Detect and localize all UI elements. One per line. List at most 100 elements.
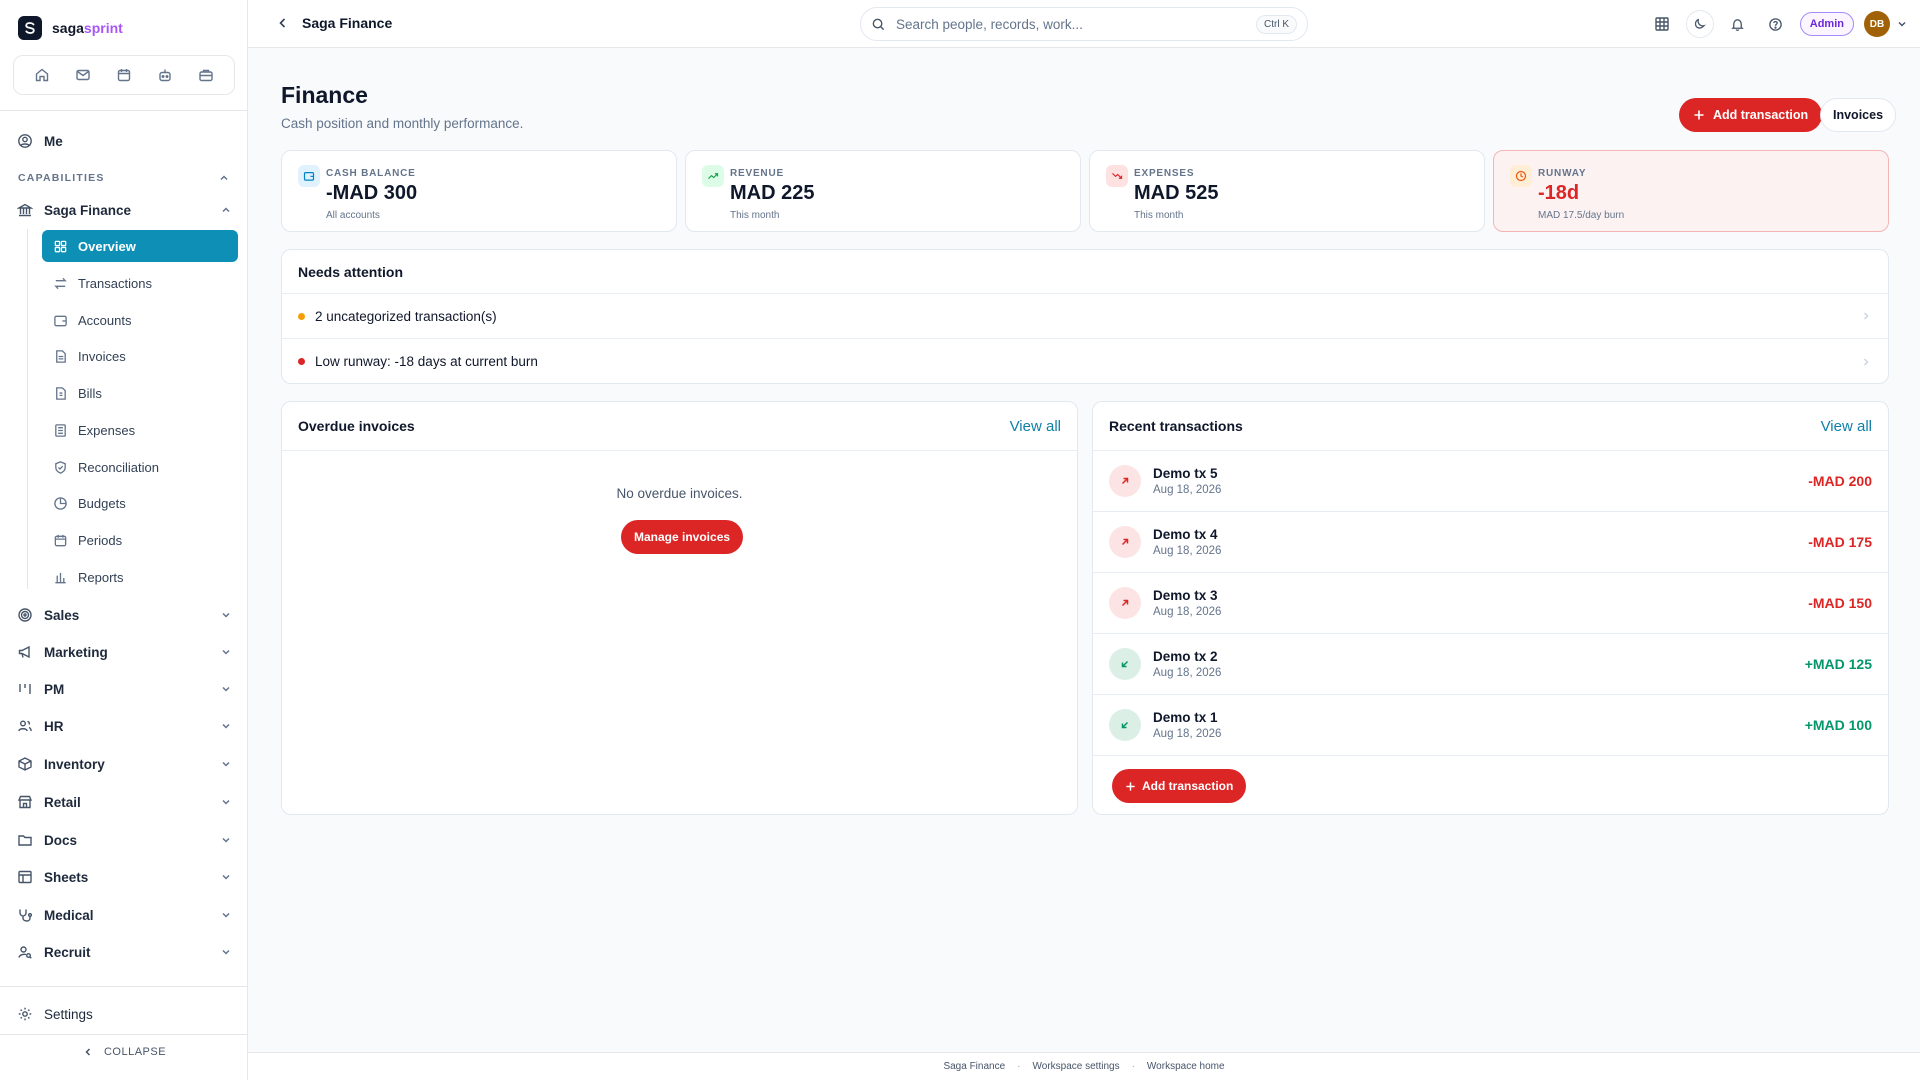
breadcrumb[interactable]: Saga Finance (302, 15, 392, 31)
sidebar-item-settings[interactable]: Settings (16, 999, 232, 1029)
footer-link-workspace-home[interactable]: Workspace home (1147, 1061, 1225, 1072)
sidebar-group-recruit[interactable]: Recruit (16, 937, 232, 967)
sidebar-item-transactions[interactable]: Transactions (42, 267, 238, 299)
add-transaction-button[interactable]: Add transaction (1112, 769, 1247, 803)
document-icon (52, 348, 68, 364)
card-title: Recent transactions (1109, 418, 1243, 434)
sidebar-divider (0, 986, 248, 987)
sidebar-group-medical[interactable]: Medical (16, 900, 232, 930)
transaction-date: Aug 18, 2026 (1153, 667, 1222, 679)
sidebar-item-budgets[interactable]: Budgets (42, 487, 238, 519)
apps-grid-icon[interactable] (1648, 10, 1676, 38)
sidebar-item-label: Sheets (44, 869, 89, 885)
card-title: Overdue invoices (298, 418, 415, 434)
calendar-icon[interactable] (110, 61, 138, 89)
chevron-down-icon (220, 720, 232, 732)
collapse-sidebar-button[interactable]: COLLAPSE (0, 1046, 248, 1058)
sidebar-item-bills[interactable]: Bills (42, 377, 238, 409)
page-subtitle: Cash position and monthly performance. (281, 116, 524, 131)
chevron-down-icon[interactable] (1896, 18, 1908, 30)
warning-dot-icon (298, 312, 305, 320)
topbar-actions: Admin DB (1648, 10, 1908, 38)
sidebar-item-label: Budgets (78, 495, 126, 511)
search-shortcut-hint: Ctrl K (1256, 14, 1297, 34)
sidebar-item-label: Marketing (44, 644, 108, 660)
sidebar-item-reports[interactable]: Reports (42, 561, 238, 593)
transaction-info: Demo tx 2 Aug 18, 2026 (1153, 649, 1221, 679)
transaction-row[interactable]: Demo tx 4 Aug 18, 2026 -MAD 175 (1093, 512, 1888, 573)
arrows-swap-icon (52, 275, 68, 291)
kpi-value: MAD 225 (730, 182, 815, 204)
sidebar-item-reconciliation[interactable]: Reconciliation (42, 451, 238, 483)
transaction-date: Aug 18, 2026 (1153, 728, 1222, 740)
briefcase-icon[interactable] (192, 61, 220, 89)
chevron-right-icon (1860, 310, 1872, 322)
sidebar-group-pm[interactable]: PM (16, 674, 232, 704)
sidebar-group-inventory[interactable]: Inventory (16, 749, 232, 779)
kpi-note: This month (730, 210, 780, 221)
mail-icon[interactable] (69, 61, 97, 89)
kpi-card-revenue[interactable]: REVENUE MAD 225 This month (685, 150, 1081, 232)
transaction-row[interactable]: Demo tx 5 Aug 18, 2026 -MAD 200 (1093, 451, 1888, 512)
dark-mode-icon[interactable] (1685, 10, 1714, 38)
add-transaction-button[interactable]: Add transaction (1679, 98, 1823, 132)
bell-icon[interactable] (1724, 10, 1752, 38)
sidebar-item-label: Reports (78, 569, 124, 585)
transaction-row[interactable]: Demo tx 1 Aug 18, 2026 +MAD 100 (1093, 695, 1888, 756)
role-badge[interactable]: Admin (1799, 12, 1854, 36)
transaction-row[interactable]: Demo tx 3 Aug 18, 2026 -MAD 150 (1093, 573, 1888, 634)
sidebar-item-invoices[interactable]: Invoices (42, 340, 238, 372)
trend-up-icon (702, 165, 724, 187)
transaction-info: Demo tx 1 Aug 18, 2026 (1153, 710, 1221, 740)
search-input[interactable] (896, 16, 1246, 32)
sidebar-group-sales[interactable]: Sales (16, 600, 232, 630)
grid-icon (52, 238, 68, 254)
sidebar-group-hr[interactable]: HR (16, 711, 232, 741)
back-arrow-icon[interactable] (276, 16, 290, 30)
footer-link-saga-finance[interactable]: Saga Finance (943, 1061, 1005, 1072)
footer-link-workspace-settings[interactable]: Workspace settings (1033, 1061, 1120, 1072)
kpi-value: -18d (1538, 182, 1580, 204)
sidebar-item-accounts[interactable]: Accounts (42, 304, 238, 336)
sidebar-group-docs[interactable]: Docs (16, 825, 232, 855)
sidebar-item-overview[interactable]: Overview (42, 230, 238, 262)
card-title: Needs attention (298, 263, 404, 280)
help-icon[interactable] (1762, 10, 1790, 38)
kpi-card-cash-balance[interactable]: CASH BALANCE -MAD 300 All accounts (281, 150, 677, 232)
attention-item[interactable]: 2 uncategorized transaction(s) (282, 294, 1888, 339)
sidebar-group-sheets[interactable]: Sheets (16, 862, 232, 892)
chevron-down-icon (220, 683, 232, 695)
kpi-card-runway[interactable]: RUNWAY -18d MAD 17.5/day burn (1493, 150, 1889, 232)
sidebar-item-label: HR (44, 718, 64, 734)
avatar[interactable]: DB (1864, 11, 1890, 37)
manage-invoices-button[interactable]: Manage invoices (621, 520, 744, 554)
home-icon[interactable] (28, 61, 56, 89)
sidebar-item-periods[interactable]: Periods (42, 524, 238, 556)
sidebar-item-expenses[interactable]: Expenses (42, 414, 238, 446)
plus-icon (1693, 109, 1705, 121)
capabilities-section-header[interactable]: CAPABILITIES (18, 172, 230, 184)
search-icon (871, 17, 886, 32)
bank-icon (16, 201, 34, 219)
brand[interactable]: sagasprint (18, 16, 123, 40)
folder-icon (16, 831, 34, 849)
sidebar-group-retail[interactable]: Retail (16, 787, 232, 817)
transaction-date: Aug 18, 2026 (1153, 484, 1222, 496)
sidebar-group-saga-finance[interactable]: Saga Finance (16, 195, 232, 225)
sidebar-group-marketing[interactable]: Marketing (16, 637, 232, 667)
invoices-button[interactable]: Invoices (1820, 98, 1897, 132)
kpi-card-expenses[interactable]: EXPENSES MAD 525 This month (1089, 150, 1485, 232)
global-search[interactable]: Ctrl K (860, 7, 1308, 41)
bot-icon[interactable] (151, 61, 179, 89)
chevron-down-icon (220, 796, 232, 808)
wallet-icon (298, 165, 320, 187)
view-all-overdue-link[interactable]: View all (1010, 418, 1061, 435)
attention-item[interactable]: Low runway: -18 days at current burn (282, 339, 1888, 384)
transaction-row[interactable]: Demo tx 2 Aug 18, 2026 +MAD 125 (1093, 634, 1888, 695)
bar-chart-icon (52, 569, 68, 585)
sidebar-item-me[interactable]: Me (16, 126, 232, 156)
view-all-transactions-link[interactable]: View all (1821, 418, 1872, 435)
attention-item-text: 2 uncategorized transaction(s) (315, 308, 497, 324)
transaction-name: Demo tx 1 (1153, 710, 1218, 725)
sidebar-item-label: Overview (78, 238, 136, 254)
